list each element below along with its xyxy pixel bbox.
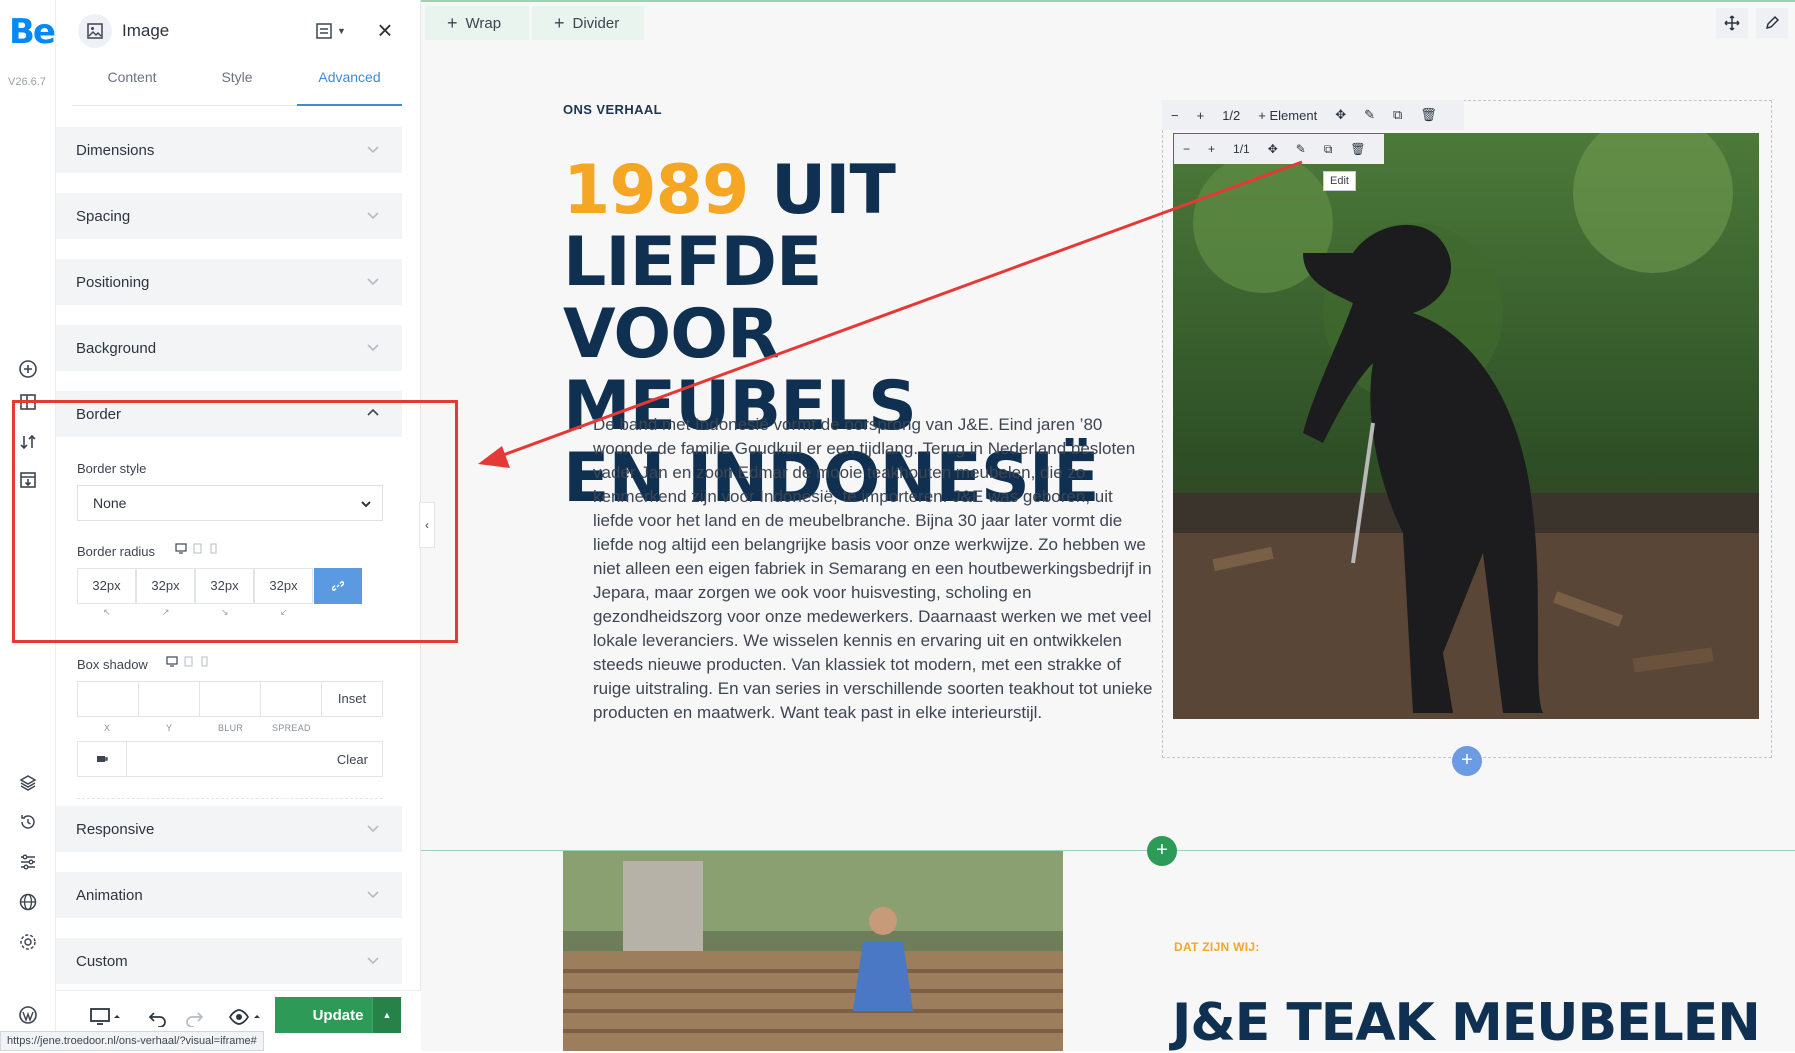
annotation-arrow — [478, 160, 1303, 468]
status-bar-url: https://jene.troedoor.nl/ons-verhaal/?vi… — [0, 1031, 264, 1051]
